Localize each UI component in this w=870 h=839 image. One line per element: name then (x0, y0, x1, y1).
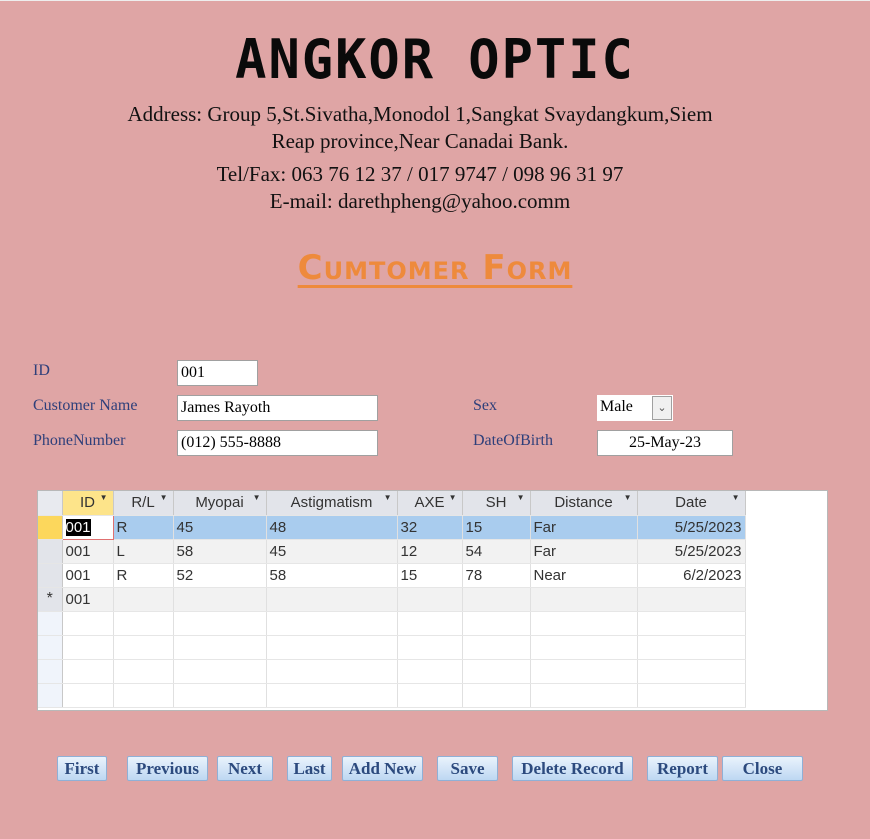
email: E-mail: darethpheng@yahoo.comm (269, 189, 571, 213)
close-button[interactable]: Close (722, 756, 803, 781)
address-line-2: Reap province,Near Canadai Bank. (271, 129, 569, 153)
table-cell[interactable] (462, 587, 531, 612)
table-cell[interactable]: 48 (266, 515, 398, 540)
table-cell[interactable]: 6/2/2023 (637, 563, 746, 588)
column-header[interactable]: R/L ▼ (113, 491, 174, 516)
table-cell[interactable]: 58 (173, 539, 267, 564)
row-selector[interactable] (38, 515, 63, 540)
filler-cell (745, 563, 827, 587)
filler-cell (745, 539, 827, 563)
table-cell[interactable] (266, 587, 398, 612)
phone-field[interactable]: (012) 555-8888 (177, 430, 378, 456)
table-cell[interactable]: 001 (62, 539, 114, 564)
table-cell[interactable]: 32 (397, 515, 463, 540)
table-cell[interactable]: R (113, 515, 174, 540)
column-header[interactable]: SH ▼ (462, 491, 531, 516)
table-cell[interactable]: 15 (462, 515, 531, 540)
dropdown-arrow-icon[interactable]: ▼ (732, 493, 740, 502)
dropdown-arrow-icon[interactable]: ▼ (160, 493, 168, 502)
report-button[interactable]: Report (647, 756, 718, 781)
table-cell[interactable]: 001 (61, 514, 114, 540)
empty-row (38, 683, 827, 708)
save-button[interactable]: Save (437, 756, 498, 781)
dob-label: DateOfBirth (473, 432, 553, 449)
row-selector[interactable] (38, 563, 63, 588)
table-cell[interactable]: 15 (397, 563, 463, 588)
id-label: ID (33, 362, 50, 379)
table-cell[interactable] (397, 587, 463, 612)
row-selector[interactable] (38, 539, 63, 564)
empty-header (745, 491, 827, 515)
dob-field[interactable]: 25-May-23 (597, 430, 733, 456)
table-row[interactable]: 001 L 58 45 12 54 Far 5/25/2023 (38, 539, 827, 564)
table-cell[interactable]: 54 (462, 539, 531, 564)
column-header[interactable]: Astigmatism ▼ (266, 491, 398, 516)
table-cell[interactable]: 58 (266, 563, 398, 588)
customer-name-label: Customer Name (33, 397, 138, 414)
tel-fax: Tel/Fax: 063 76 12 37 / 017 9747 / 098 9… (216, 162, 624, 186)
empty-row (38, 611, 827, 636)
dropdown-arrow-icon[interactable]: ▼ (100, 493, 108, 502)
details-datasheet[interactable]: ID ▼ R/L ▼ Myopai ▼ Astigmatism ▼ AXE ▼ SH ▼ D… (37, 490, 828, 711)
table-cell[interactable]: 45 (173, 515, 267, 540)
first-button[interactable]: First (57, 756, 107, 781)
table-cell[interactable]: 5/25/2023 (637, 515, 746, 540)
empty-row (38, 659, 827, 684)
table-cell[interactable]: 5/25/2023 (637, 539, 746, 564)
new-record-row[interactable]: * 001 (38, 587, 827, 612)
previous-button[interactable]: Previous (127, 756, 208, 781)
table-cell[interactable] (113, 587, 174, 612)
new-record-marker[interactable]: * (38, 587, 63, 612)
column-header[interactable]: ID ▼ (62, 491, 114, 516)
delete-record-button[interactable]: Delete Record (512, 756, 633, 781)
chevron-down-icon[interactable]: ⌄ (652, 396, 672, 420)
table-row[interactable]: 001 R 45 48 32 15 Far 5/25/2023 (38, 514, 827, 540)
table-cell[interactable]: R (113, 563, 174, 588)
id-field[interactable]: 001 (177, 360, 258, 386)
table-cell[interactable]: Far (530, 515, 638, 540)
column-header[interactable]: Myopai ▼ (173, 491, 267, 516)
company-title: ANGKOR OPTIC (235, 28, 635, 92)
filler-cell (745, 515, 827, 539)
dropdown-arrow-icon[interactable]: ▼ (253, 493, 261, 502)
filler-cell (745, 587, 827, 611)
dropdown-arrow-icon[interactable]: ▼ (449, 493, 457, 502)
table-cell[interactable]: L (113, 539, 174, 564)
add-new-button[interactable]: Add New (342, 756, 423, 781)
address-line-1: Address: Group 5,St.Sivatha,Monodol 1,Sa… (127, 102, 713, 126)
column-header[interactable]: Distance ▼ (530, 491, 638, 516)
table-cell[interactable]: 78 (462, 563, 531, 588)
table-cell[interactable]: Far (530, 539, 638, 564)
header-row: ID ▼ R/L ▼ Myopai ▼ Astigmatism ▼ AXE ▼ SH ▼ D… (38, 491, 827, 516)
window-top-border (0, 0, 870, 1)
table-cell[interactable] (173, 587, 267, 612)
table-cell[interactable]: 45 (266, 539, 398, 564)
phone-label: PhoneNumber (33, 432, 126, 449)
empty-row (38, 635, 827, 660)
table-cell[interactable] (530, 587, 638, 612)
table-cell[interactable]: Near (530, 563, 638, 588)
last-button[interactable]: Last (287, 756, 332, 781)
column-header[interactable]: AXE ▼ (397, 491, 463, 516)
dropdown-arrow-icon[interactable]: ▼ (624, 493, 632, 502)
next-button[interactable]: Next (217, 756, 273, 781)
table-cell[interactable] (637, 587, 746, 612)
table-cell[interactable]: 12 (397, 539, 463, 564)
customer-name-field[interactable]: James Rayoth (177, 395, 378, 421)
table-cell[interactable]: 52 (173, 563, 267, 588)
sex-label: Sex (473, 397, 497, 414)
table-cell[interactable]: 001 (62, 563, 114, 588)
column-header[interactable]: Date ▼ (637, 491, 746, 516)
select-all-corner[interactable] (38, 491, 63, 516)
table-cell[interactable]: 001 (62, 587, 114, 612)
dropdown-arrow-icon[interactable]: ▼ (517, 493, 525, 502)
table-row[interactable]: 001 R 52 58 15 78 Near 6/2/2023 (38, 563, 827, 588)
dropdown-arrow-icon[interactable]: ▼ (384, 493, 392, 502)
form-title: Cumtomer Form (297, 248, 573, 288)
